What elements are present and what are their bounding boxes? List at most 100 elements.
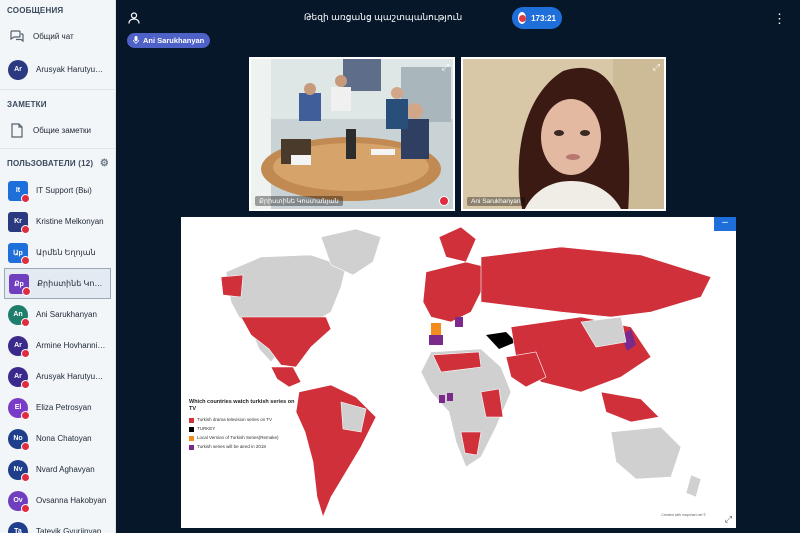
map-credit: Created with mapchart.net © xyxy=(661,513,706,517)
avatar: Kr xyxy=(8,211,30,234)
record-icon xyxy=(518,12,527,24)
user-name: Tatevik Gyurjinyan xyxy=(36,527,102,533)
muted-mic-icon xyxy=(21,317,30,327)
avatar-initials: No xyxy=(13,435,23,442)
video-frame-meeting-room xyxy=(251,59,453,209)
video-name: Քրիստինե Կոստանյան xyxy=(255,196,343,206)
video-tile[interactable]: ⤢ Քրիստինե Կոստանյան xyxy=(249,57,455,211)
user-list-item[interactable]: Աp Արմեն Եղոյան xyxy=(0,237,115,268)
recording-time: 173:21 xyxy=(531,13,556,23)
public-chat-item[interactable]: Общий чат xyxy=(0,22,115,50)
muted-mic-icon xyxy=(21,193,30,203)
muted-mic-icon xyxy=(21,503,30,513)
avatar: Ar xyxy=(8,366,30,389)
presentation-area[interactable]: – Which countries watch turkish series o… xyxy=(181,217,736,528)
avatar: Nv xyxy=(8,459,30,482)
sidebar: СООБЩЕНИЯ Общий чат Ar Arusyak Harutyuny… xyxy=(0,0,116,533)
avatar-initials: Ta xyxy=(14,528,22,533)
dm-user-name: Arusyak Harutyunyan xyxy=(36,65,107,74)
avatar: Ov xyxy=(8,490,30,513)
avatar-initials: Ar xyxy=(14,342,22,349)
muted-mic-icon xyxy=(21,441,30,451)
user-list-item[interactable]: No Nona Chatoyan xyxy=(0,423,115,454)
legend-swatch xyxy=(189,445,194,450)
legend-text: TURKEY xyxy=(197,426,216,431)
gear-icon[interactable]: ⚙ xyxy=(100,153,109,175)
user-name: Քրիստինե Կոստի... xyxy=(37,279,106,288)
user-list-item[interactable]: An Ani Sarukhanyan xyxy=(0,299,115,330)
avatar-initials: Kr xyxy=(14,218,22,225)
user-list: It IT Support (Вы) Kr Kristine Melkonyan Աp Ա… xyxy=(0,175,115,533)
user-name: Արմեն Եղոյան xyxy=(36,248,96,257)
avatar-initials: El xyxy=(14,404,22,411)
user-name: Ovsanna Hakobyan xyxy=(36,496,107,505)
user-list-item[interactable]: Kr Kristine Melkonyan xyxy=(0,206,115,237)
microphone-icon xyxy=(133,35,139,46)
avatar: Աp xyxy=(8,242,30,265)
legend-swatch xyxy=(189,427,194,432)
expand-icon[interactable]: ⤢ xyxy=(442,62,449,73)
avatar: No xyxy=(8,428,30,451)
legend-title: Which countries watch turkish series on … xyxy=(189,399,295,412)
divider xyxy=(0,148,115,149)
expand-icon[interactable]: ⤢ xyxy=(653,62,660,73)
top-bar: Թեզի առցանց պաշտպանություն 173:21 ⋮ xyxy=(116,0,800,36)
user-name: Arusyak Harutyunyan xyxy=(36,372,107,381)
legend-item: TURKEY xyxy=(189,426,297,432)
messages-section-title: СООБЩЕНИЯ xyxy=(7,6,64,15)
fullscreen-icon[interactable]: ⤢ xyxy=(725,514,732,525)
user-list-item[interactable]: Ar Armine Hovhannisyan xyxy=(0,330,115,361)
avatar: Ar xyxy=(8,335,30,358)
avatar: El xyxy=(8,397,30,420)
shared-notes-item[interactable]: Общие заметки xyxy=(0,116,115,144)
avatar: Ar xyxy=(8,59,28,80)
minimize-presentation-button[interactable]: – xyxy=(714,217,736,231)
map-legend: Which countries watch turkish series on … xyxy=(189,399,297,453)
users-section-title: ПОЛЬЗОВАТЕЛИ (12) ⚙ xyxy=(0,153,115,175)
avatar-initials: Քp xyxy=(14,280,24,288)
legend-item: Turkish drama television series on TV xyxy=(189,417,297,423)
avatar: Ta xyxy=(8,521,28,533)
muted-mic-icon xyxy=(21,410,30,420)
public-chat-label: Общий чат xyxy=(33,31,74,41)
legend-item: Turkish series will be aired in 2018 xyxy=(189,444,297,450)
legend-text: Local Version of Turkish Series(Remake) xyxy=(197,435,279,440)
user-list-item[interactable]: Nv Nvard Aghavyan xyxy=(0,454,115,485)
avatar-initials: Ar xyxy=(14,373,22,380)
user-list-item[interactable]: Քp Քրիստինե Կոստի... xyxy=(4,268,111,299)
user-name: Nona Chatoyan xyxy=(36,434,92,443)
recording-button[interactable]: 173:21 xyxy=(512,7,562,29)
video-frame-speaker xyxy=(463,59,664,209)
video-tile[interactable]: ⤢ Ani Sarukhanyan xyxy=(461,57,666,211)
muted-mic-icon xyxy=(439,196,449,206)
avatar-initials: Աp xyxy=(13,249,23,257)
avatar: An xyxy=(8,304,30,327)
user-name: IT Support (Вы) xyxy=(36,186,92,195)
notes-section-title: ЗАМЕТКИ xyxy=(7,100,47,109)
user-name: Eliza Petrosyan xyxy=(36,403,92,412)
talking-indicator: Ani Sarukhanyan xyxy=(127,33,211,48)
muted-mic-icon xyxy=(21,379,30,389)
avatar: Քp xyxy=(9,273,31,296)
avatar-initials: Ov xyxy=(13,497,23,504)
user-list-item[interactable]: Ta Tatevik Gyurjinyan xyxy=(0,516,115,533)
talking-name: Ani Sarukhanyan xyxy=(143,36,205,45)
kebab-menu-icon[interactable]: ⋮ xyxy=(773,11,786,27)
user-name: Ani Sarukhanyan xyxy=(36,310,97,319)
muted-mic-icon xyxy=(21,224,30,234)
avatar-initials: It xyxy=(15,187,21,194)
world-map-image xyxy=(220,226,712,518)
avatar: It xyxy=(8,180,30,203)
user-name: Nvard Aghavyan xyxy=(36,465,95,474)
user-list-item[interactable]: It IT Support (Вы) xyxy=(0,175,115,206)
user-list-item[interactable]: El Eliza Petrosyan xyxy=(0,392,115,423)
legend-text: Turkish drama television series on TV xyxy=(197,417,273,422)
legend-text: Turkish series will be aired in 2018 xyxy=(197,444,266,449)
user-list-item[interactable]: Ov Ovsanna Hakobyan xyxy=(0,485,115,516)
user-list-item[interactable]: Ar Arusyak Harutyunyan xyxy=(0,361,115,392)
muted-mic-icon xyxy=(22,286,31,296)
video-name: Ani Sarukhanyan xyxy=(467,197,525,206)
dm-item[interactable]: Ar Arusyak Harutyunyan xyxy=(0,54,115,85)
muted-mic-icon xyxy=(21,472,30,482)
notes-page-icon xyxy=(8,121,26,139)
